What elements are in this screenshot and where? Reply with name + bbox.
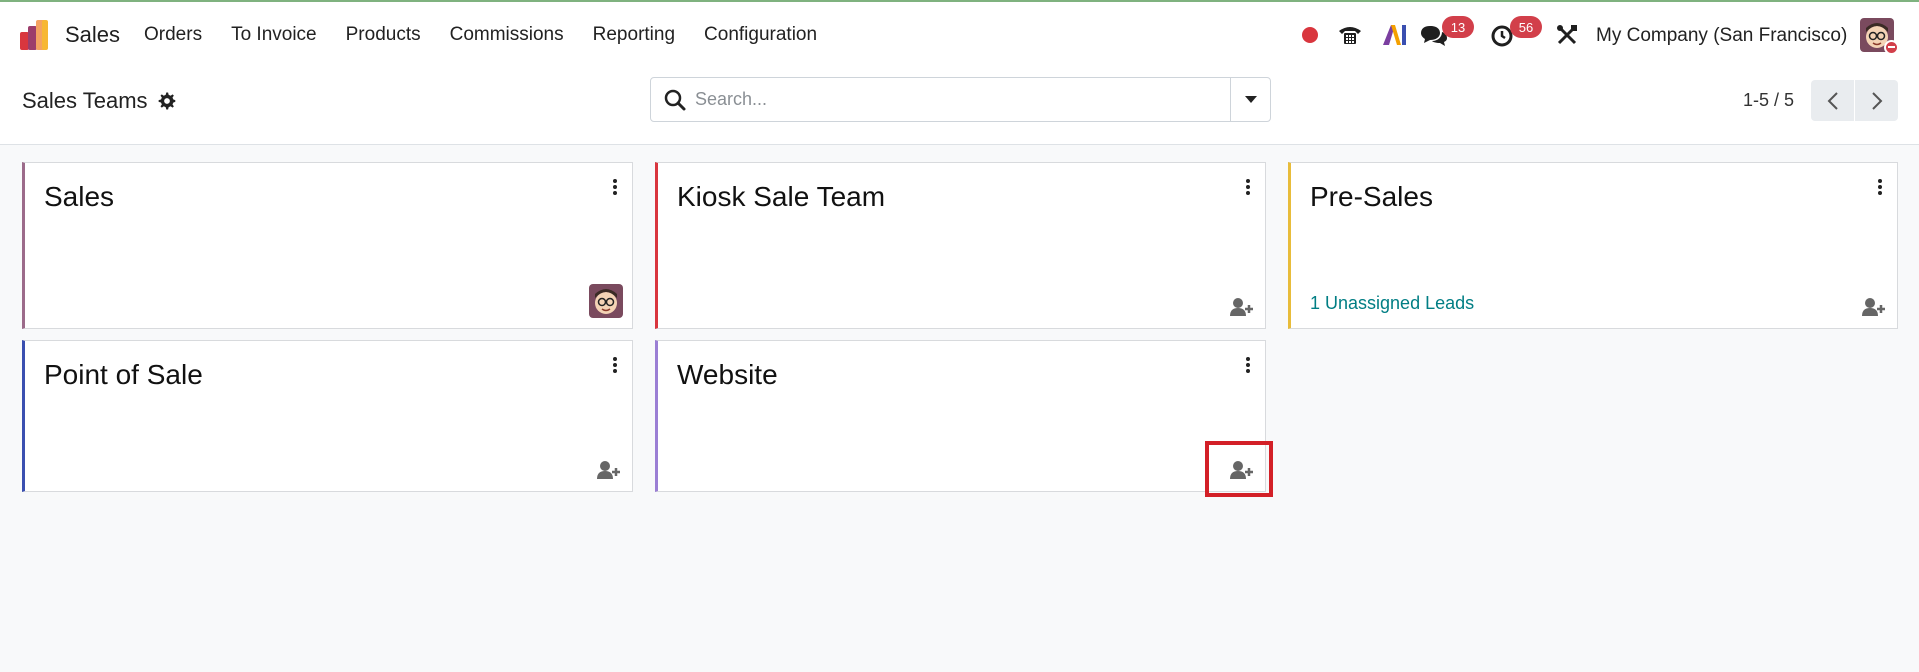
control-panel: Sales Teams 1-5 / 5: [0, 68, 1919, 145]
kebab-menu-icon[interactable]: [610, 355, 620, 375]
debug-tools-button[interactable]: [1553, 2, 1581, 68]
team-name: Sales: [44, 181, 115, 212]
team-card-point-of-sale[interactable]: Point of Sale: [22, 340, 633, 492]
breadcrumb: Sales Teams: [22, 88, 176, 114]
do-not-disturb-icon: [1884, 40, 1899, 55]
unassigned-leads-link[interactable]: 1 Unassigned Leads: [1310, 293, 1474, 314]
team-card-website[interactable]: Website: [655, 340, 1266, 492]
search-input[interactable]: [695, 89, 1230, 110]
menu-to-invoice[interactable]: To Invoice: [231, 24, 317, 46]
menu-products[interactable]: Products: [346, 24, 421, 46]
team-name: Kiosk Sale Team: [677, 181, 886, 212]
kebab-menu-icon[interactable]: [1243, 177, 1253, 197]
team-name: Point of Sale: [44, 359, 203, 390]
user-plus-icon: [1230, 298, 1253, 316]
user-avatar[interactable]: [1860, 18, 1899, 55]
avatar-image: [589, 284, 623, 318]
team-card-pre-sales[interactable]: Pre-Sales 1 Unassigned Leads: [1288, 162, 1898, 329]
assign-member-button[interactable]: [1861, 296, 1887, 318]
team-name: Pre-Sales: [1310, 181, 1433, 212]
user-plus-icon: [597, 461, 620, 479]
kebab-menu-icon[interactable]: [1243, 355, 1253, 375]
team-card-kiosk-sale-team[interactable]: Kiosk Sale Team: [655, 162, 1266, 329]
red-dot-icon: [1302, 27, 1318, 43]
phone-icon: [1339, 27, 1361, 44]
pager-previous-button[interactable]: [1811, 80, 1854, 121]
activities-button[interactable]: 56: [1490, 2, 1546, 68]
phone-button[interactable]: [1334, 2, 1366, 68]
menu-commissions[interactable]: Commissions: [450, 24, 564, 46]
ai-button[interactable]: [1378, 2, 1410, 68]
messages-count-badge: 13: [1442, 16, 1474, 38]
team-card-sales[interactable]: Sales: [22, 162, 633, 329]
chevron-right-icon: [1871, 91, 1882, 110]
menu-configuration[interactable]: Configuration: [704, 24, 817, 46]
messages-button[interactable]: 13: [1420, 2, 1476, 68]
menu-orders[interactable]: Orders: [144, 24, 202, 46]
kebab-menu-icon[interactable]: [1875, 177, 1885, 197]
gear-icon[interactable]: [158, 92, 176, 110]
search-options-toggle[interactable]: [1230, 78, 1270, 121]
caret-down-icon: [1244, 95, 1257, 103]
assign-member-button[interactable]: [1229, 296, 1255, 318]
kebab-menu-icon[interactable]: [610, 177, 620, 197]
main-navbar: Sales Orders To Invoice Products Commiss…: [0, 2, 1919, 68]
user-plus-icon: [1862, 298, 1885, 316]
tools-icon: [1557, 25, 1577, 45]
top-menu: Orders To Invoice Products Commissions R…: [144, 24, 846, 46]
page-title: Sales Teams: [22, 88, 148, 113]
pager-next-button[interactable]: [1855, 80, 1898, 121]
search-bar: [650, 77, 1271, 122]
app-name[interactable]: Sales: [65, 22, 120, 48]
assign-member-button[interactable]: [596, 459, 622, 481]
company-switcher[interactable]: My Company (San Francisco): [1596, 25, 1847, 47]
recording-indicator[interactable]: [1301, 2, 1319, 68]
ai-icon: [1383, 25, 1406, 45]
team-name: Website: [677, 359, 778, 390]
search-icon: [664, 89, 686, 110]
chevron-left-icon: [1827, 91, 1838, 110]
pager-value[interactable]: 1-5 / 5: [1743, 90, 1794, 111]
team-leader-avatar[interactable]: [589, 284, 623, 318]
menu-reporting[interactable]: Reporting: [593, 24, 675, 46]
sales-app-icon[interactable]: [20, 20, 51, 52]
highlight-box: [1205, 441, 1273, 497]
activities-count-badge: 56: [1510, 16, 1542, 38]
